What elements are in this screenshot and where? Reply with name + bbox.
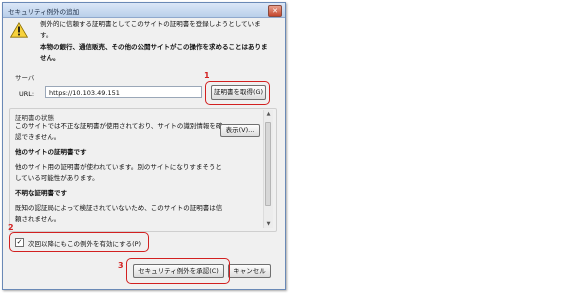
status-scrollbar[interactable]: ▲ ▼ bbox=[263, 110, 273, 228]
status-heading: 不明な証明書です bbox=[15, 189, 67, 197]
warning-message: 例外的に信頼する証明書としてこのサイトの証明書を登録しようとしています。 bbox=[40, 20, 261, 39]
warning-icon bbox=[10, 22, 28, 38]
view-certificate-button[interactable]: 表示(V)... bbox=[220, 124, 260, 137]
status-paragraph: 既知の認証局によって検証されていないため、このサイトの証明書は信頼されません。 bbox=[15, 204, 223, 223]
scroll-thumb[interactable] bbox=[265, 122, 271, 206]
status-paragraph: 他のサイト用の証明書が使われています。別のサイトになりすまそうとしている可能性が… bbox=[15, 163, 222, 182]
annotation-highlight-confirm bbox=[126, 258, 230, 284]
warning-bold-message: 本物の銀行、通信販売、その他の公開サイトがこの操作を求めることはありません。 bbox=[40, 43, 268, 62]
annotation-number-3: 3 bbox=[118, 261, 124, 270]
dialog-title: セキュリティ例外の追加 bbox=[8, 8, 80, 16]
annotation-highlight-get-cert bbox=[205, 81, 270, 105]
scroll-down-arrow-icon[interactable]: ▼ bbox=[264, 220, 273, 228]
cancel-button[interactable]: キャンセル bbox=[228, 264, 271, 278]
scroll-up-arrow-icon[interactable]: ▲ bbox=[264, 110, 273, 118]
annotation-highlight-checkbox bbox=[9, 232, 149, 252]
url-label: URL: bbox=[19, 90, 35, 98]
url-input[interactable]: https://10.103.49.151 bbox=[45, 86, 202, 98]
certificate-status-text: このサイトでは不正な証明書が使用されており、サイトの識別情報を確認できません。 … bbox=[15, 121, 227, 229]
annotation-number-2: 2 bbox=[8, 223, 14, 232]
annotation-number-1: 1 bbox=[204, 71, 210, 80]
status-heading: 他のサイトの証明書です bbox=[15, 148, 87, 156]
status-paragraph: このサイトでは不正な証明書が使用されており、サイトの識別情報を確認できません。 bbox=[15, 122, 223, 141]
close-button[interactable]: ✕ bbox=[268, 5, 282, 17]
title-bar[interactable]: セキュリティ例外の追加 ✕ bbox=[3, 3, 285, 18]
server-section-label: サーバ bbox=[15, 74, 35, 82]
